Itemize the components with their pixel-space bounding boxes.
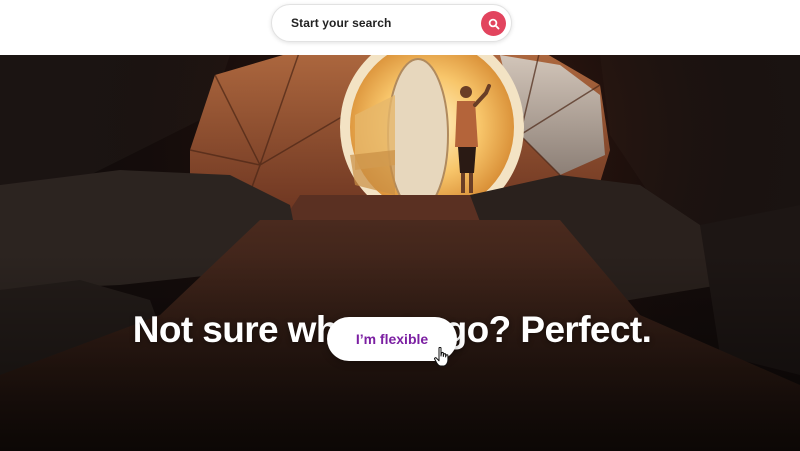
im-flexible-label: I’m flexible: [355, 331, 429, 347]
hero-background-image: [0, 55, 800, 451]
search-button[interactable]: [481, 11, 506, 36]
hero-banner: Not sure where to go? Perfect.: [0, 55, 800, 451]
im-flexible-button[interactable]: I’m flexible: [327, 317, 457, 361]
search-bar[interactable]: Start your search: [271, 4, 512, 42]
search-icon: [488, 18, 499, 29]
search-bar-label: Start your search: [291, 16, 392, 30]
top-header: Start your search: [0, 0, 800, 55]
